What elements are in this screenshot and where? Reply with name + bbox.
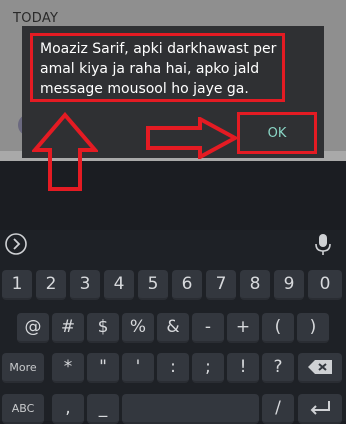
enter-icon: [310, 401, 330, 415]
key-asterisk[interactable]: *: [52, 353, 84, 383]
dialog-message: Moaziz Sarif, apki darkhawast per amal k…: [40, 41, 277, 97]
key-question[interactable]: ?: [262, 353, 294, 383]
key-4[interactable]: 4: [104, 270, 134, 300]
key-3[interactable]: 3: [70, 270, 100, 300]
key-5[interactable]: 5: [138, 270, 168, 300]
key-exclamation[interactable]: !: [227, 353, 259, 383]
key-colon[interactable]: :: [157, 353, 189, 383]
key-paren-close[interactable]: ): [297, 313, 329, 343]
key-hash[interactable]: #: [52, 313, 84, 343]
key-squote[interactable]: ': [122, 353, 154, 383]
key-paren-open[interactable]: (: [262, 313, 294, 343]
ok-button[interactable]: OK: [242, 117, 312, 149]
key-more[interactable]: More: [2, 353, 44, 383]
backspace-key[interactable]: [298, 353, 342, 383]
key-6[interactable]: 6: [172, 270, 202, 300]
key-underscore[interactable]: _: [87, 394, 119, 424]
key-dollar[interactable]: $: [87, 313, 119, 343]
key-abc[interactable]: ABC: [2, 394, 44, 424]
key-8[interactable]: 8: [240, 270, 270, 300]
key-slash[interactable]: /: [262, 394, 294, 424]
key-comma[interactable]: ,: [52, 394, 84, 424]
key-dquote[interactable]: ": [87, 353, 119, 383]
key-2[interactable]: 2: [36, 270, 66, 300]
key-1[interactable]: 1: [2, 270, 32, 300]
key-space[interactable]: [122, 394, 259, 424]
key-9[interactable]: 9: [274, 270, 304, 300]
key-0[interactable]: 0: [308, 270, 342, 300]
key-7[interactable]: 7: [206, 270, 236, 300]
microphone-icon[interactable]: [314, 233, 332, 257]
expand-icon[interactable]: [4, 232, 28, 256]
key-semicolon[interactable]: ;: [192, 353, 224, 383]
right-arrow-annotation: [146, 117, 238, 159]
section-label-today: TODAY: [13, 11, 59, 26]
up-arrow-annotation: [32, 112, 98, 191]
key-percent[interactable]: %: [122, 313, 154, 343]
key-at[interactable]: @: [17, 313, 49, 343]
key-ampersand[interactable]: &: [157, 313, 189, 343]
key-plus[interactable]: +: [227, 313, 259, 343]
key-minus[interactable]: -: [192, 313, 224, 343]
backspace-icon: [308, 360, 332, 374]
enter-key[interactable]: [298, 394, 342, 424]
